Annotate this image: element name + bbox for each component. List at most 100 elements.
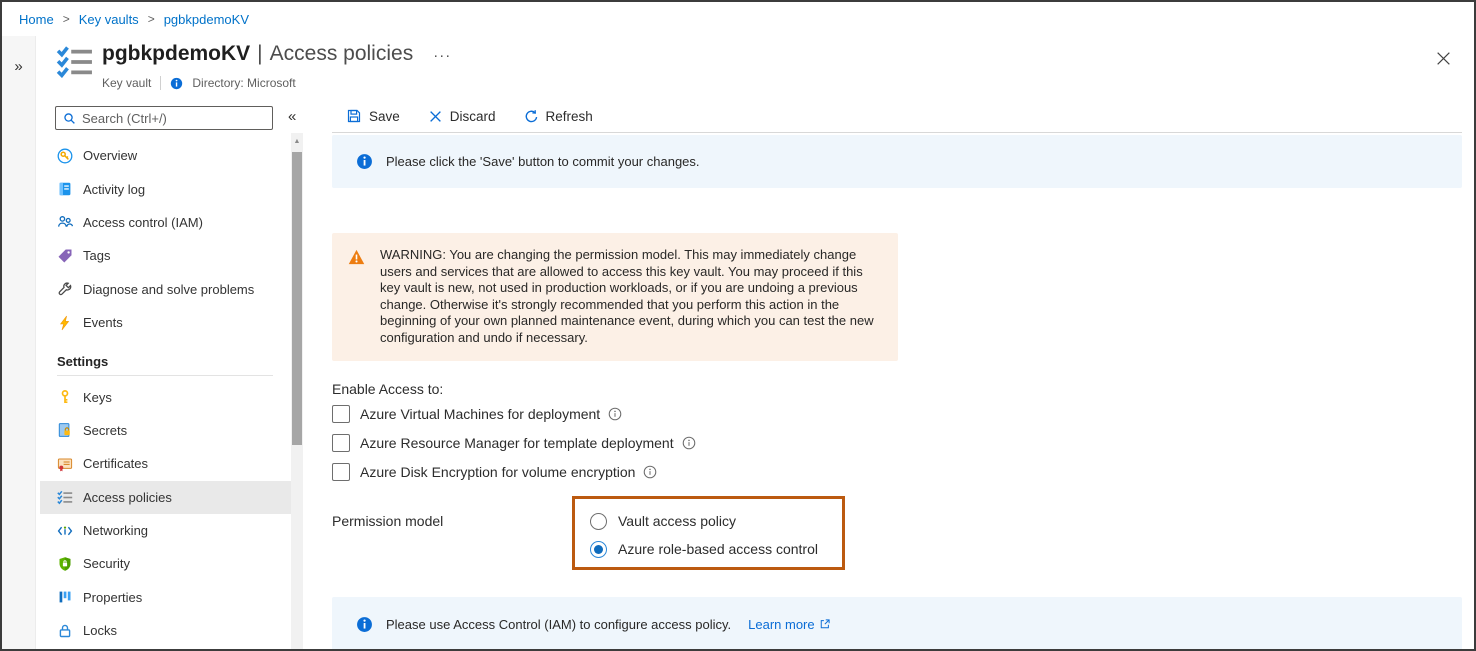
save-info-banner: Please click the 'Save' button to commit… <box>332 135 1462 188</box>
collapse-menu-button[interactable]: « <box>288 108 296 125</box>
info-tooltip-icon[interactable] <box>682 436 696 450</box>
sidebar-item-access-control-iam[interactable]: Access control (IAM) <box>40 206 293 239</box>
tag-icon <box>57 248 73 264</box>
key-icon <box>57 389 73 405</box>
checkbox-row-disk-encryption: Azure Disk Encryption for volume encrypt… <box>332 462 657 482</box>
breadcrumb: Home > Key vaults > pgbkpdemoKV <box>2 2 1474 36</box>
radio-button[interactable] <box>590 513 607 530</box>
sidebar-scrollbar[interactable]: ▲ <box>291 133 303 649</box>
permission-model-label: Permission model <box>332 513 443 529</box>
menu-search-box <box>55 106 273 130</box>
checkbox-label: Azure Disk Encryption for volume encrypt… <box>360 464 635 480</box>
enable-access-label: Enable Access to: <box>332 381 443 397</box>
lock-icon <box>57 623 73 639</box>
more-options-button[interactable]: ··· <box>433 47 451 64</box>
portal-left-rail: » <box>2 36 36 649</box>
settings-section-header: Settings <box>40 339 293 373</box>
sidebar-item-label: Security <box>83 556 130 571</box>
secret-icon <box>57 422 73 438</box>
checkbox-row-vm-deployment: Azure Virtual Machines for deployment <box>332 404 622 424</box>
sidebar-item-overview[interactable]: Overview <box>40 139 293 172</box>
access-policies-blade-icon <box>56 46 94 81</box>
sidebar-item-label: Overview <box>83 148 137 163</box>
sidebar-item-activity-log[interactable]: Activity log <box>40 172 293 205</box>
sidebar-item-secrets[interactable]: Secrets <box>40 414 293 447</box>
iam-info-banner: Please use Access Control (IAM) to confi… <box>332 597 1462 651</box>
overview-icon <box>57 148 73 164</box>
checkbox-row-template-deployment: Azure Resource Manager for template depl… <box>332 433 696 453</box>
sidebar-item-properties[interactable]: Properties <box>40 581 293 614</box>
sidebar-item-label: Properties <box>83 590 142 605</box>
sidebar-item-certificates[interactable]: Certificates <box>40 447 293 480</box>
menu-items: Overview Activity log <box>40 139 293 647</box>
sidebar-item-events[interactable]: Events <box>40 306 293 339</box>
sidebar-item-label: Keys <box>83 390 112 405</box>
sidebar-item-security[interactable]: Security <box>40 547 293 580</box>
access-policies-content: Save Discard Refresh <box>332 100 1462 649</box>
sidebar-item-label: Activity log <box>83 182 145 197</box>
breadcrumb-current[interactable]: pgbkpdemoKV <box>164 12 249 27</box>
discard-icon <box>428 109 443 124</box>
vm-deployment-checkbox[interactable] <box>332 405 350 423</box>
networking-icon <box>57 523 73 539</box>
sidebar-item-tags[interactable]: Tags <box>40 239 293 272</box>
resource-type-label: Key vault <box>102 76 151 90</box>
command-bar: Save Discard Refresh <box>332 100 1462 133</box>
checkbox-label: Azure Resource Manager for template depl… <box>360 435 674 451</box>
scrollbar-thumb[interactable] <box>292 152 302 445</box>
external-link-icon <box>819 618 831 630</box>
close-icon[interactable] <box>1435 50 1452 70</box>
warning-icon <box>348 249 365 265</box>
template-deployment-checkbox[interactable] <box>332 434 350 452</box>
permission-warning-banner: WARNING: You are changing the permission… <box>332 233 898 361</box>
resource-subtitle: Key vault Directory: Microsoft <box>102 76 296 90</box>
save-info-text: Please click the 'Save' button to commit… <box>386 154 700 169</box>
info-icon <box>356 616 373 633</box>
shield-icon <box>57 556 73 572</box>
learn-more-link[interactable]: Learn more <box>748 617 830 632</box>
certificate-icon <box>57 456 73 472</box>
lightning-icon <box>57 315 73 331</box>
sidebar-item-label: Locks <box>83 623 117 638</box>
sidebar-item-label: Secrets <box>83 423 127 438</box>
breadcrumb-key-vaults[interactable]: Key vaults <box>79 12 139 27</box>
directory-label: Directory: Microsoft <box>192 76 295 90</box>
sidebar-item-label: Events <box>83 315 123 330</box>
settings-divider <box>57 375 273 376</box>
scrollbar-up-arrow[interactable]: ▲ <box>291 133 303 148</box>
warning-text: WARNING: You are changing the permission… <box>380 247 882 347</box>
info-tooltip-icon[interactable] <box>643 465 657 479</box>
radio-vault-access-policy[interactable]: Vault access policy <box>590 507 842 535</box>
sidebar-item-label: Diagnose and solve problems <box>83 282 254 297</box>
sidebar-item-label: Tags <box>83 248 110 263</box>
breadcrumb-separator: > <box>63 12 70 26</box>
wrench-icon <box>57 281 73 297</box>
sidebar-item-label: Certificates <box>83 456 148 471</box>
discard-button[interactable]: Discard <box>428 109 496 124</box>
info-tooltip-icon[interactable] <box>608 407 622 421</box>
radio-label: Vault access policy <box>618 513 736 529</box>
save-button[interactable]: Save <box>346 108 400 124</box>
sidebar-item-access-policies[interactable]: Access policies <box>40 481 293 514</box>
sidebar-item-label: Access policies <box>83 490 172 505</box>
breadcrumb-home[interactable]: Home <box>19 12 54 27</box>
refresh-icon <box>524 109 539 124</box>
refresh-button[interactable]: Refresh <box>524 109 593 124</box>
search-icon <box>63 112 76 125</box>
radio-azure-rbac[interactable]: Azure role-based access control <box>590 535 842 563</box>
radio-label: Azure role-based access control <box>618 541 818 557</box>
sidebar-item-networking[interactable]: Networking <box>40 514 293 547</box>
checkbox-label: Azure Virtual Machines for deployment <box>360 406 600 422</box>
sidebar-item-keys[interactable]: Keys <box>40 380 293 413</box>
resource-name: pgbkpdemoKV <box>102 42 250 66</box>
learn-more-label: Learn more <box>748 617 814 632</box>
sidebar-item-diagnose[interactable]: Diagnose and solve problems <box>40 273 293 306</box>
sidebar-item-label: Access control (IAM) <box>83 215 203 230</box>
radio-button[interactable] <box>590 541 607 558</box>
page-title: pgbkpdemoKV | Access policies ··· <box>102 42 451 66</box>
disk-encryption-checkbox[interactable] <box>332 463 350 481</box>
sidebar-item-locks[interactable]: Locks <box>40 614 293 647</box>
expand-rail-button[interactable]: » <box>14 58 22 75</box>
subtitle-divider <box>160 76 161 90</box>
search-input[interactable] <box>82 111 252 126</box>
